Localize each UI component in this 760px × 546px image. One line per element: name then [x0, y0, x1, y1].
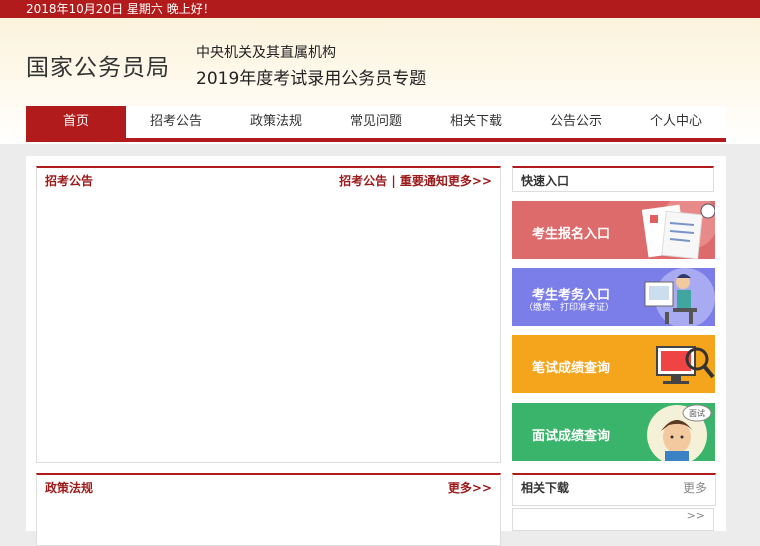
downloads-panel: 相关下载 更多	[512, 473, 716, 506]
applicant-exam-affairs-sub: （缴费、打印准考证）	[524, 303, 615, 313]
downloads-panel-title[interactable]: 相关下载	[521, 475, 569, 501]
top-bar: 2018年10月20日 星期六 晚上好！	[0, 0, 760, 18]
recruit-panel: 招考公告 招考公告 | 重要通知更多>>	[36, 166, 501, 463]
recruit-panel-title[interactable]: 招考公告	[45, 168, 93, 194]
nav-item-notices[interactable]: 公告公示	[526, 106, 626, 138]
nav-item-personal[interactable]: 个人中心	[626, 106, 726, 138]
nav-item-recruit[interactable]: 招考公告	[126, 106, 226, 138]
nav-item-policy[interactable]: 政策法规	[226, 106, 326, 138]
header: 国家公务员局 中央机关及其直属机构 2019年度考试录用公务员专题 首页 招考公…	[0, 18, 760, 144]
header-title: 2019年度考试录用公务员专题	[196, 69, 427, 89]
nav-item-downloads[interactable]: 相关下载	[426, 106, 526, 138]
nav-item-home[interactable]: 首页	[26, 106, 126, 138]
downloads-list-more-arrow[interactable]: >>	[687, 509, 705, 522]
interviewee-avatar-icon: 面试	[647, 404, 712, 461]
policy-more-link[interactable]: 更多>>	[448, 475, 492, 501]
policy-panel-title[interactable]: 政策法规	[45, 475, 93, 501]
site-logo[interactable]: 国家公务员局	[26, 48, 170, 82]
written-score-query-button[interactable]: 笔试成绩查询	[512, 335, 715, 393]
magnifier-score-icon	[656, 346, 715, 384]
main-nav: 首页 招考公告 政策法规 常见问题 相关下载 公告公示 个人中心	[26, 106, 726, 142]
written-score-query-label: 笔试成绩查询	[532, 361, 611, 376]
applicant-registration-label: 考生报名入口	[532, 227, 611, 242]
interview-score-query-button[interactable]: 面试成绩查询 面试	[512, 403, 715, 461]
policy-panel: 政策法规 更多>>	[36, 473, 501, 546]
header-subtitle: 中央机关及其直属机构	[196, 45, 336, 61]
interview-score-query-label: 面试成绩查询	[532, 429, 611, 444]
nav-item-faq[interactable]: 常见问题	[326, 106, 426, 138]
downloads-more-link[interactable]: 更多	[683, 475, 707, 501]
student-at-computer-icon	[644, 268, 715, 326]
date-greeting: 2018年10月20日 星期六 晚上好！	[26, 2, 215, 16]
downloads-list: >>	[512, 508, 714, 531]
applicant-exam-affairs-button[interactable]: 考生考务入口 （缴费、打印准考证）	[512, 268, 715, 326]
applicant-registration-button[interactable]: 考生报名入口	[512, 201, 715, 259]
recruit-more-link[interactable]: 招考公告 | 重要通知更多>>	[339, 168, 492, 194]
quick-entry-title: 快速入口	[512, 166, 714, 192]
interview-tag-label: 面试	[689, 408, 705, 418]
application-form-icon	[641, 201, 715, 259]
